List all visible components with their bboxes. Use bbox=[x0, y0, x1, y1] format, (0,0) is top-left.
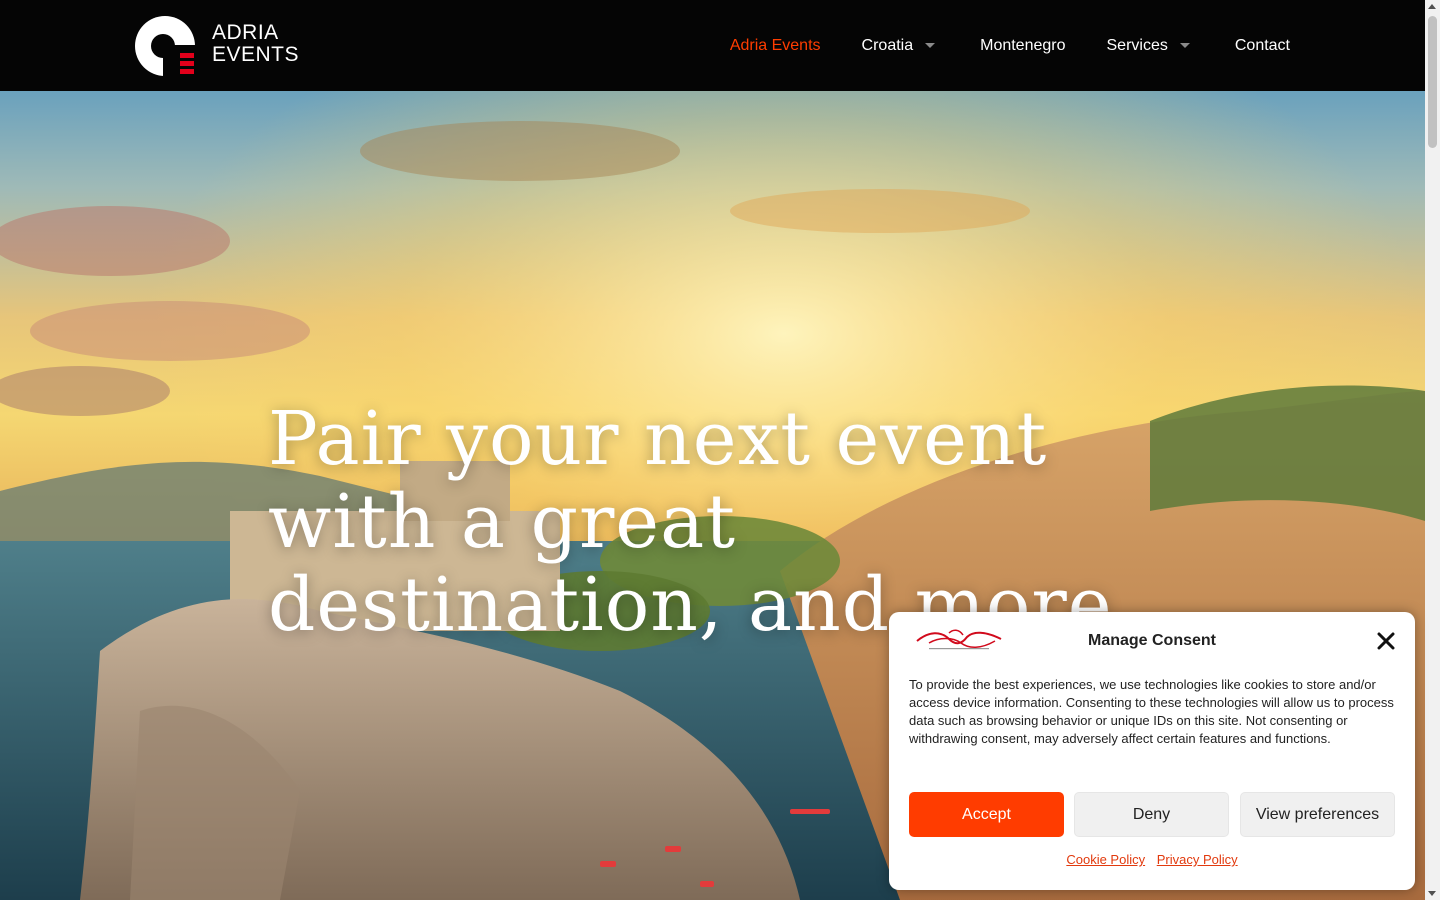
chevron-down-icon[interactable] bbox=[925, 43, 936, 48]
nav-item-montenegro[interactable]: Montenegro bbox=[980, 37, 1065, 55]
nav-item-contact[interactable]: Contact bbox=[1235, 37, 1290, 55]
nav-item-label: Adria Events bbox=[729, 36, 821, 54]
logo-wordmark: ADRIA EVENTS bbox=[212, 22, 299, 66]
scrollbar[interactable] bbox=[1425, 0, 1440, 900]
accept-button[interactable]: Accept bbox=[909, 792, 1064, 837]
logo-line-2: EVENTS bbox=[212, 43, 300, 66]
main-nav: Adria Events Croatia Montenegro Services… bbox=[689, 0, 1290, 91]
consent-title: Manage Consent bbox=[1087, 632, 1216, 649]
site-header: ADRIA EVENTS Adria Events Croatia Monten… bbox=[0, 0, 1425, 91]
consent-dialog: Manage Consent To provide the best exper… bbox=[889, 612, 1415, 890]
nav-item-services[interactable]: Services bbox=[1107, 37, 1194, 55]
nav-item-croatia[interactable]: Croatia bbox=[862, 37, 940, 55]
chevron-down-icon[interactable] bbox=[1179, 43, 1190, 48]
view-preferences-button[interactable]: View preferences bbox=[1240, 792, 1395, 837]
scrollbar-thumb[interactable] bbox=[1428, 16, 1437, 148]
nav-item-label: Croatia bbox=[861, 36, 914, 54]
cookie-policy-link[interactable]: Cookie Policy bbox=[1066, 852, 1145, 867]
site-logo[interactable]: ADRIA EVENTS bbox=[134, 15, 314, 77]
consent-description: To provide the best experiences, we use … bbox=[909, 677, 1394, 746]
nav-item-label: Services bbox=[1106, 36, 1168, 54]
logo-icon bbox=[135, 16, 196, 77]
scroll-up-arrow-icon[interactable] bbox=[1428, 4, 1436, 9]
nav-item-adria-events[interactable]: Adria Events bbox=[730, 37, 821, 55]
logo-line-1: ADRIA bbox=[212, 21, 279, 44]
hero-title: Pair your next event with a great destin… bbox=[268, 396, 1113, 648]
consent-links: Cookie Policy Privacy Policy bbox=[889, 852, 1415, 867]
nav-item-label: Montenegro bbox=[980, 36, 1066, 54]
close-icon[interactable] bbox=[1377, 632, 1395, 650]
deny-button[interactable]: Deny bbox=[1074, 792, 1229, 837]
privacy-policy-link[interactable]: Privacy Policy bbox=[1157, 852, 1238, 867]
scroll-down-arrow-icon[interactable] bbox=[1428, 891, 1436, 896]
nav-item-label: Contact bbox=[1234, 36, 1290, 54]
